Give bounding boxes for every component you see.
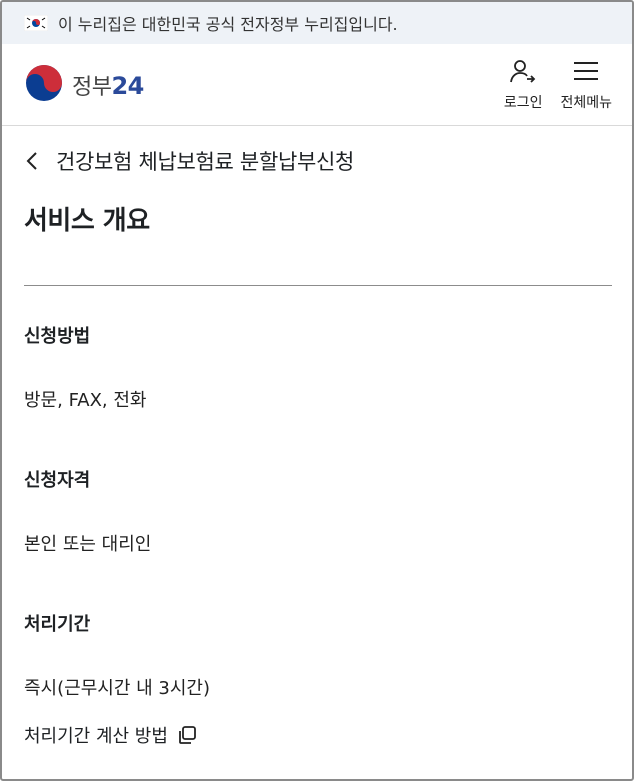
banner-text: 이 누리집은 대한민국 공식 전자정부 누리집입니다. (58, 15, 398, 34)
eligibility-label: 신청자격 (24, 470, 91, 491)
hamburger-menu-icon (572, 58, 600, 88)
site-header: 정부24 로그인 전체메뉴 (2, 44, 632, 126)
korea-flag-icon (23, 14, 49, 32)
logo-word: 정부 (72, 74, 112, 100)
back-arrow-icon[interactable] (22, 149, 46, 173)
menu-label: 전체메뉴 (560, 94, 612, 111)
login-label: 로그인 (503, 94, 543, 111)
method-label: 신청방법 (24, 326, 91, 347)
eligibility-value: 본인 또는 대리인 (24, 534, 152, 555)
logo-number: 24 (111, 71, 144, 100)
new-window-icon (176, 724, 198, 746)
gov24-logo[interactable]: 정부24 (24, 63, 144, 107)
method-value: 방문, FAX, 전화 (24, 390, 147, 411)
service-overview: 서비스 개요 신청방법 방문, FAX, 전화 신청자격 본인 또는 대리인 처… (2, 200, 632, 748)
period-calculation-link[interactable]: 처리기간 계산 방법 (24, 722, 612, 748)
period-label: 처리기간 (24, 614, 91, 635)
divider (24, 285, 612, 286)
full-menu-button[interactable]: 전체메뉴 (560, 58, 612, 112)
section-heading: 서비스 개요 (24, 206, 150, 236)
login-button[interactable]: 로그인 (503, 58, 543, 112)
app-frame: 이 누리집은 대한민국 공식 전자정부 누리집입니다. 정부24 로그인 전체메… (0, 0, 634, 781)
page-title-bar: 건강보험 체납보험료 분할납부신청 (2, 126, 632, 196)
taegeuk-logo-icon (24, 63, 64, 107)
period-value: 즉시(근무시간 내 3시간) (24, 678, 210, 699)
logo-text: 정부24 (72, 69, 144, 101)
period-link-text: 처리기간 계산 방법 (24, 726, 168, 747)
page-title: 건강보험 체납보험료 분할납부신청 (56, 150, 355, 174)
official-site-banner: 이 누리집은 대한민국 공식 전자정부 누리집입니다. (2, 2, 632, 44)
user-login-icon (509, 58, 537, 88)
header-actions: 로그인 전체메뉴 (504, 58, 612, 112)
